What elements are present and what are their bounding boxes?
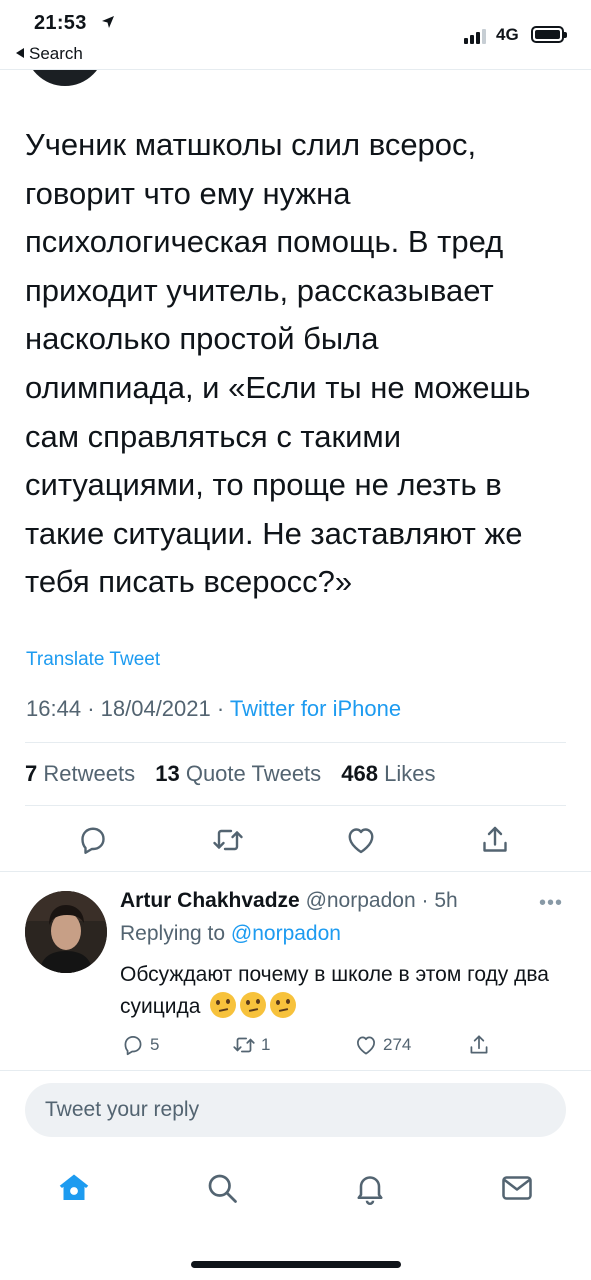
reply-author-handle[interactable]: @norpadon [306,889,416,912]
reply-icon [124,1036,142,1056]
replying-prefix: Replying to [120,922,226,945]
more-options-icon[interactable]: ••• [539,892,563,915]
likes-label: Likes [384,761,436,786]
tweet-reply-input[interactable]: Tweet your reply [25,1083,566,1137]
share-icon [470,1035,488,1054]
thinking-face-emoji-icon [210,992,237,1018]
translate-tweet-link[interactable]: Translate Tweet [26,649,160,671]
thinking-face-emoji-icon [240,992,267,1018]
section-divider [0,1070,591,1071]
back-to-search-link[interactable]: Search [16,44,83,64]
tweet-text-line: Ученик матшколы слил всерос, [25,127,477,162]
messages-icon [502,1176,532,1200]
like-button[interactable] [343,822,379,858]
tweet-meta: 16:44 · 18/04/2021 · Twitter for iPhone [26,696,402,721]
notifications-icon [357,1176,383,1205]
retweet-icon [213,829,243,851]
tweet-date: 18/04/2021 [100,696,211,721]
tab-home[interactable] [56,1170,92,1206]
tweet-client-link[interactable]: Twitter for iPhone [230,696,401,721]
reply-button[interactable] [75,822,111,858]
retweets-stat[interactable]: 7 Retweets [25,761,135,786]
location-arrow-icon [102,16,114,28]
avatar-photo [25,891,107,973]
reply-header: Artur Chakhvadze @norpadon · 5h [120,889,458,912]
tweet-reply-placeholder: Tweet your reply [45,1098,200,1121]
reply-retweet-button[interactable]: 1 [231,1032,270,1058]
reply-age: 5h [434,889,458,912]
retweets-label: Retweets [43,761,136,786]
replying-to: Replying to @norpadon [120,922,341,946]
reply-text: Обсуждают почему в школе в этом году два… [120,959,560,1023]
reply-share-button[interactable] [466,1032,496,1058]
tweet-text-line: олимпиада, и «Если ты не можешь [25,369,531,405]
heart-icon [357,1036,375,1055]
divider [25,805,566,806]
tweet-text-line: тебя писать всеросс?» [25,564,353,600]
home-icon [59,1174,89,1200]
share-button[interactable] [477,822,513,858]
tweet-stats: 7 Retweets 13 Quote Tweets 468 Likes [25,761,436,787]
reply-author-avatar[interactable] [25,891,107,973]
back-triangle-icon [16,48,24,58]
tweet-text-line: приходит учитель, рассказывает [25,272,494,308]
quotes-label: Quote Tweets [185,761,322,786]
heart-icon [348,828,374,854]
reply-reply-count: 5 [150,1035,160,1054]
retweet-icon [233,1037,255,1053]
tweet-text-line: психологическая помощь. В тред [25,224,504,260]
network-type: 4G [496,25,519,44]
reply-like-button[interactable]: 274 [353,1032,411,1058]
tweet-text-line: сам справляться с такими [25,418,402,454]
tweet-time: 16:44 [26,696,82,721]
reply-icon [81,827,105,854]
likes-count: 468 [341,761,379,786]
tweet-text-line: ситуациями, то проще не лезть в [25,467,502,503]
quote-tweets-stat[interactable]: 13 Quote Tweets [155,761,321,786]
tweet-text: Ученик матшколы слил всерос, говорит что… [25,121,570,607]
quotes-count: 13 [155,761,180,786]
cellular-signal-icon [464,28,490,44]
home-indicator [191,1261,401,1268]
reply-text-body: Обсуждают почему в школе в этом году два… [120,963,549,1018]
thinking-face-emoji-icon [270,992,297,1018]
divider [25,742,566,743]
reply-author-name[interactable]: Artur Chakhvadze [120,889,300,912]
battery-icon [531,26,567,43]
status-time: 21:53 [34,12,87,34]
retweets-count: 7 [25,761,38,786]
reply-like-count: 274 [383,1035,412,1054]
tab-notifications[interactable] [352,1170,388,1206]
replying-mention[interactable]: @norpadon [231,922,341,945]
search-icon [208,1174,237,1203]
tweet-text-line: такие ситуации. Не заставляют же [25,515,523,551]
back-label: Search [29,44,83,63]
likes-stat[interactable]: 468 Likes [341,761,435,786]
tab-search[interactable] [204,1170,240,1206]
tweet-text-line: насколько простой была [25,321,379,357]
reply-retweet-count: 1 [261,1035,271,1054]
tab-messages[interactable] [499,1170,535,1206]
retweet-button[interactable] [210,822,246,858]
reply-reply-button[interactable]: 5 [120,1032,159,1058]
section-divider [0,871,591,872]
status-bar: 21:53 Search 4G [0,0,591,70]
share-icon [483,826,507,852]
tweet-text-line: говорит что ему нужна [25,175,351,211]
